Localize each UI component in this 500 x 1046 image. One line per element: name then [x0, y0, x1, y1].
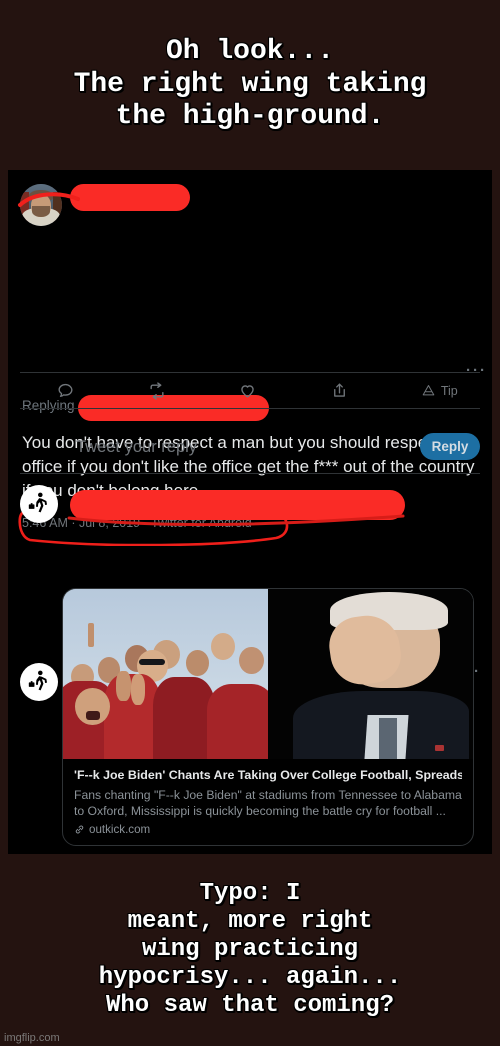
- hand: [116, 670, 131, 702]
- avatar[interactable]: [20, 184, 62, 226]
- facepalm-photo: [268, 589, 473, 759]
- divider-below-composer: [20, 473, 480, 474]
- tweet-action-bar: Tip: [20, 373, 480, 408]
- comment-icon: [58, 383, 73, 397]
- link-preview-card[interactable]: 'F--k Joe Biden' Chants Are Taking Over …: [62, 588, 474, 846]
- tip-icon: [422, 385, 435, 396]
- like-action[interactable]: [206, 381, 297, 400]
- tip-action[interactable]: Tip: [389, 383, 480, 398]
- lapel-pin: [435, 744, 445, 751]
- crowd-shirt: [206, 684, 268, 759]
- card-domain-row: outkick.com: [74, 823, 462, 836]
- reply-placeholder[interactable]: Tweet your reply: [76, 438, 197, 457]
- pedestrian-icon: [28, 670, 48, 691]
- avatar-beard: [32, 206, 50, 217]
- card-domain-text: outkick.com: [89, 822, 151, 836]
- card-title: 'F--k Joe Biden' Chants Are Taking Over …: [74, 768, 462, 782]
- reply-action[interactable]: [20, 381, 115, 400]
- card-text-block: 'F--k Joe Biden' Chants Are Taking Over …: [63, 759, 473, 845]
- hand: [130, 674, 145, 705]
- open-mouth: [85, 711, 100, 720]
- tweet-screenshot-panel: ··· Replying You don't have to respect a…: [8, 170, 492, 854]
- pointing-finger: [87, 623, 94, 647]
- tip-label: Tip: [440, 383, 458, 398]
- redacted-author-name: [70, 184, 190, 211]
- necktie: [378, 718, 398, 759]
- redacted-reply-author-name: [70, 490, 405, 520]
- retweet-action[interactable]: [115, 381, 206, 401]
- card-media: [63, 589, 473, 759]
- meme-bottom-caption: Typo: I meant, more right wing practicin…: [98, 880, 402, 1019]
- card-description: Fans chanting "F--k Joe Biden" at stadiu…: [74, 787, 462, 818]
- crowd-shirt: [153, 677, 215, 759]
- crowd-photo: [63, 589, 268, 759]
- imgflip-watermark: imgflip.com: [4, 1032, 60, 1044]
- crowd-head: [186, 650, 209, 676]
- pedestrian-icon: [28, 492, 48, 513]
- reply-button[interactable]: Reply: [420, 433, 480, 460]
- sunglasses: [138, 658, 166, 666]
- share-icon: [333, 383, 345, 397]
- reply-tweet-avatar[interactable]: [20, 485, 58, 523]
- link-icon: [75, 825, 84, 834]
- composer-avatar[interactable]: [20, 663, 58, 701]
- retweet-icon: [150, 381, 164, 400]
- share-action[interactable]: [298, 381, 389, 400]
- heart-icon: [241, 385, 255, 398]
- meme-top-caption: Oh look... The right wing taking the hig…: [73, 36, 427, 133]
- crowd-head: [239, 646, 264, 674]
